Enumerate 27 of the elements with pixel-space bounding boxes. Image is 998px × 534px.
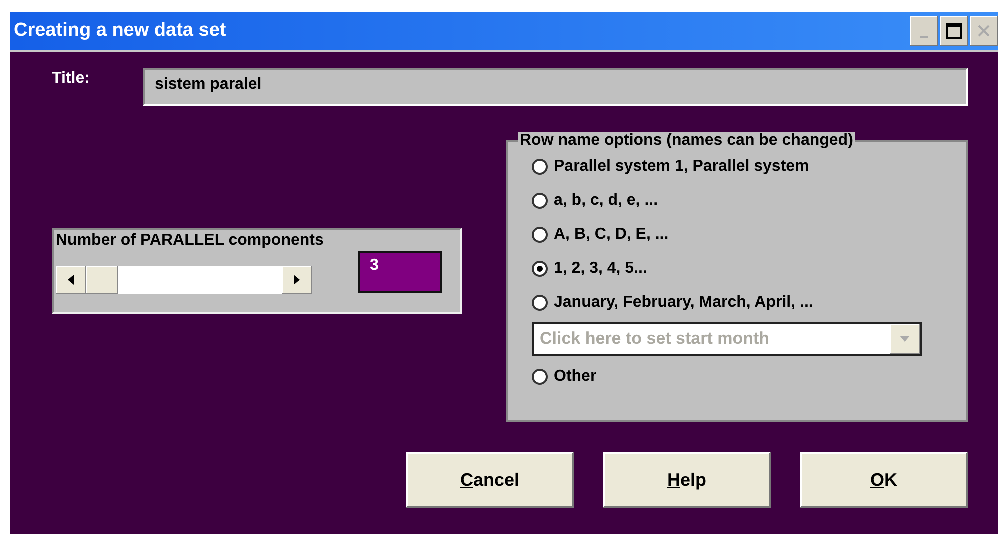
scroll-left-button[interactable]: [56, 266, 86, 294]
group-legend: Row name options (names can be changed): [518, 132, 856, 150]
maximize-icon: [946, 23, 962, 39]
radio-option[interactable]: Other: [532, 360, 958, 394]
dialog-button[interactable]: Help: [603, 452, 771, 508]
radio-option[interactable]: 1, 2, 3, 4, 5...: [532, 252, 958, 286]
components-value: 3: [358, 251, 442, 293]
scroll-thumb[interactable]: [86, 266, 118, 294]
scroll-right-button[interactable]: [282, 266, 312, 294]
minimize-icon: [920, 36, 928, 38]
title-input[interactable]: sistem paralel: [143, 68, 968, 106]
window-title: Creating a new data set: [14, 20, 226, 42]
title-label: Title:: [52, 69, 91, 88]
radio-option[interactable]: a, b, c, d, e, ...: [532, 184, 958, 218]
left-arrow-icon: [68, 275, 74, 285]
close-button[interactable]: [970, 16, 998, 46]
right-arrow-icon: [294, 275, 300, 285]
maximize-button[interactable]: [940, 16, 968, 46]
radio-option[interactable]: Parallel system 1, Parallel system: [532, 150, 958, 184]
components-scrollbar[interactable]: [56, 266, 312, 294]
minimize-button[interactable]: [910, 16, 938, 46]
dialog-button[interactable]: OK: [800, 452, 968, 508]
radio-option[interactable]: January, February, March, April, ...: [532, 286, 958, 320]
dialog-button[interactable]: Cancel: [406, 452, 574, 508]
components-label: Number of PARALLEL components: [56, 232, 325, 250]
radio-option[interactable]: A, B, C, D, E, ...: [532, 218, 958, 252]
close-icon: [977, 24, 991, 38]
